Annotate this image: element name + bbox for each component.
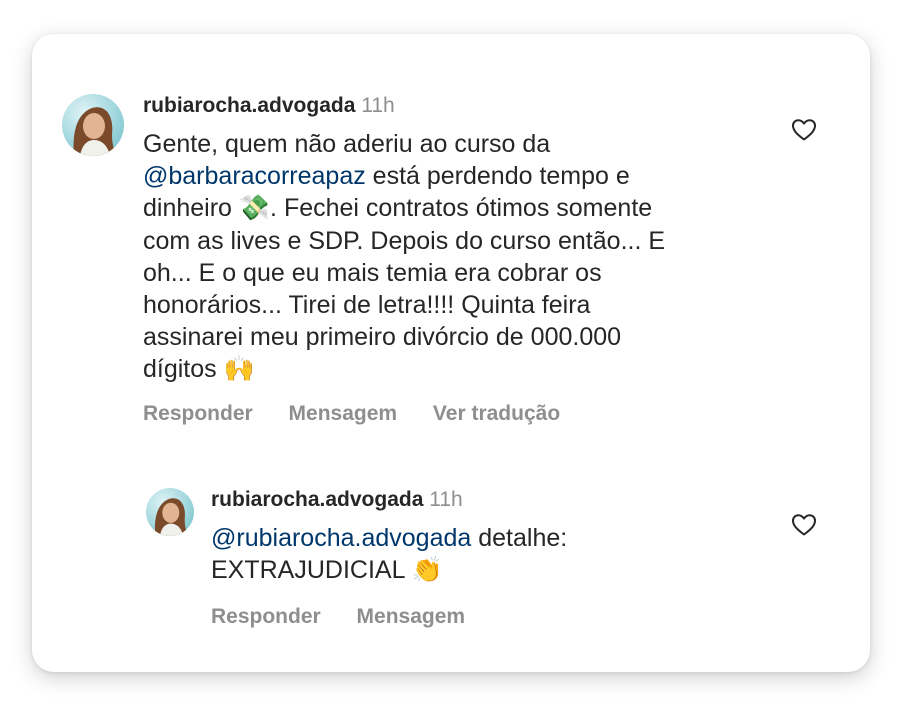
comment-line: Gente, quem não aderiu ao curso da — [143, 130, 551, 158]
comment-text: Gente, quem não aderiu ao curso da @barb… — [143, 128, 763, 386]
timestamp: 11h — [361, 94, 395, 117]
comment-line: com as lives e SDP. Depois do curso entã… — [143, 226, 666, 255]
comment-line: oh... E o que eu mais temia era cobrar o… — [143, 258, 602, 287]
comment-header: rubiarocha.advogada 11h — [143, 92, 395, 120]
reply-line: EXTRAJUDICIAL 👏 — [211, 555, 443, 585]
reply-actions: Responder Mensagem — [211, 605, 495, 629]
reply-text: @rubiarocha.advogada detalhe: EXTRAJUDIC… — [211, 522, 771, 586]
reply-line: @rubiarocha.advogada detalhe: — [211, 524, 568, 552]
comment-card: rubiarocha.advogada 11h Gente, quem não … — [32, 34, 870, 672]
translate-button[interactable]: Ver tradução — [433, 402, 560, 426]
clapping-hands-emoji: 👏 — [411, 555, 443, 585]
username[interactable]: rubiarocha.advogada — [211, 488, 423, 511]
comment-line: dígitos 🙌 — [143, 354, 255, 384]
message-button[interactable]: Mensagem — [289, 402, 398, 426]
heart-outline-icon[interactable] — [791, 118, 817, 142]
message-button[interactable]: Mensagem — [357, 605, 466, 629]
raising-hands-emoji: 🙌 — [223, 354, 255, 384]
mention-link[interactable]: @rubiarocha.advogada — [211, 524, 471, 552]
reply-button[interactable]: Responder — [143, 402, 253, 426]
comment-actions: Responder Mensagem Ver tradução — [143, 402, 590, 426]
timestamp: 11h — [429, 488, 463, 511]
comment-line: assinarei meu primeiro divórcio de 000.0… — [143, 323, 622, 352]
reply-button[interactable]: Responder — [211, 605, 321, 629]
comment-line: dinheiro 💸. Fechei contratos ótimos some… — [143, 193, 653, 223]
money-wings-emoji: 💸 — [238, 193, 271, 223]
comment-line: honorários... Tirei de letra!!!! Quinta … — [143, 291, 591, 320]
mention-link[interactable]: @barbaracorreapaz — [143, 162, 366, 190]
heart-outline-icon[interactable] — [791, 513, 817, 537]
reply-header: rubiarocha.advogada 11h — [211, 486, 463, 514]
avatar[interactable] — [146, 488, 194, 536]
avatar[interactable] — [62, 94, 124, 156]
comment-line: @barbaracorreapaz está perdendo tempo e — [143, 162, 630, 191]
username[interactable]: rubiarocha.advogada — [143, 94, 355, 117]
